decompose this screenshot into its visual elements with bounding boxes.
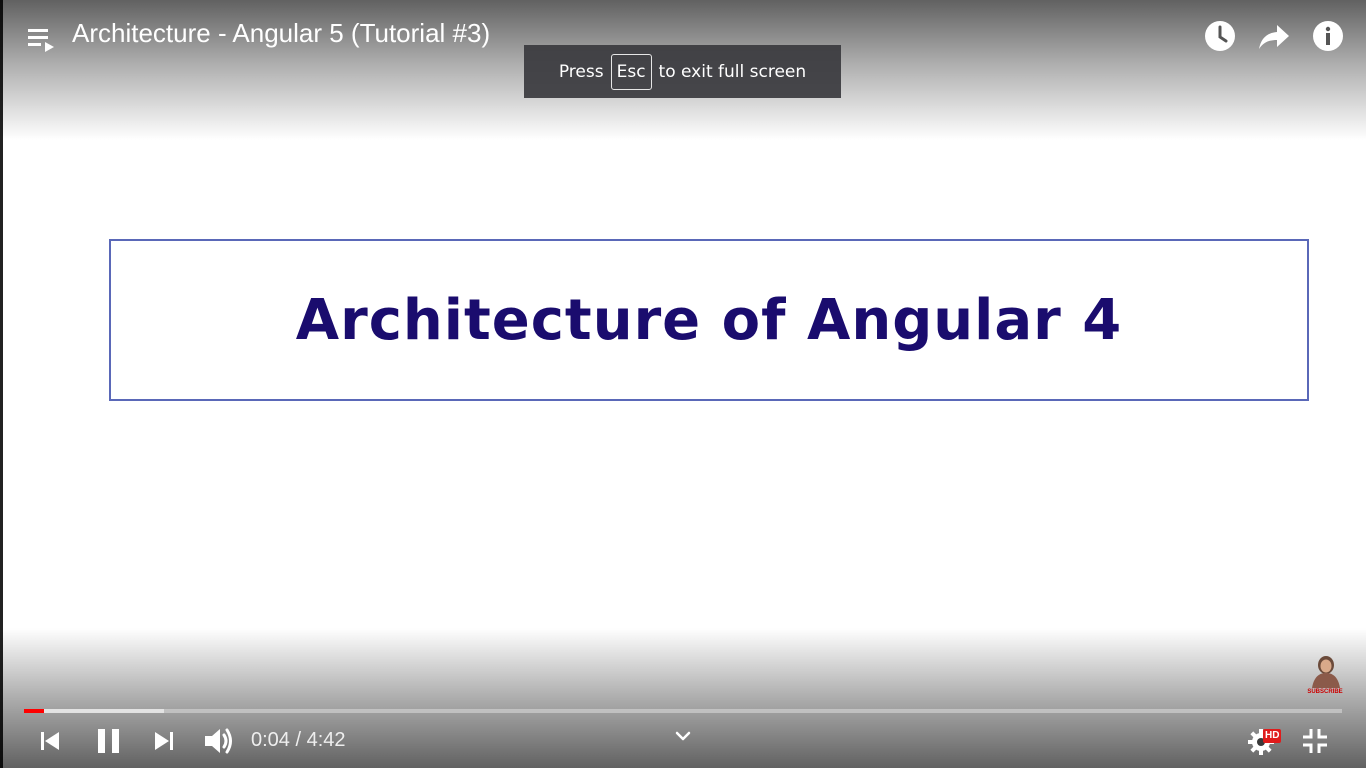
time-display: 0:04 / 4:42 [251,729,346,752]
hd-badge: HD [1263,729,1282,743]
share-icon[interactable] [1257,19,1291,53]
previous-icon[interactable] [38,729,62,753]
progress-played [24,709,44,713]
time-separator: / [295,729,302,751]
current-time: 0:04 [251,729,290,751]
duration: 4:42 [306,729,346,751]
volume-icon[interactable] [202,725,234,757]
toast-press-text: Press [558,61,604,82]
slide-title-box: Architecture of Angular 4 [109,239,1309,401]
fullscreen-exit-toast: Press Esc to exit full screen [524,45,841,98]
progress-buffered [24,709,164,713]
pause-icon[interactable] [96,727,122,755]
watch-later-icon[interactable] [1203,19,1237,53]
subscribe-watermark[interactable]: SUBSCRIBE [1306,654,1344,696]
next-icon[interactable] [152,729,176,753]
slide-title: Architecture of Angular 4 [295,287,1123,353]
progress-bar[interactable] [24,709,1342,713]
esc-key-badge: Esc [610,53,652,90]
toast-suffix-text: to exit full screen [658,61,807,82]
chevron-down-icon[interactable] [674,729,692,743]
channel-avatar-icon [1312,656,1340,688]
subscribe-label: SUBSCRIBE [1307,689,1343,695]
video-title[interactable]: Architecture - Angular 5 (Tutorial #3) [72,18,490,49]
playlist-icon[interactable] [27,26,57,54]
exit-fullscreen-icon[interactable] [1301,727,1329,755]
info-icon[interactable] [1311,19,1345,53]
